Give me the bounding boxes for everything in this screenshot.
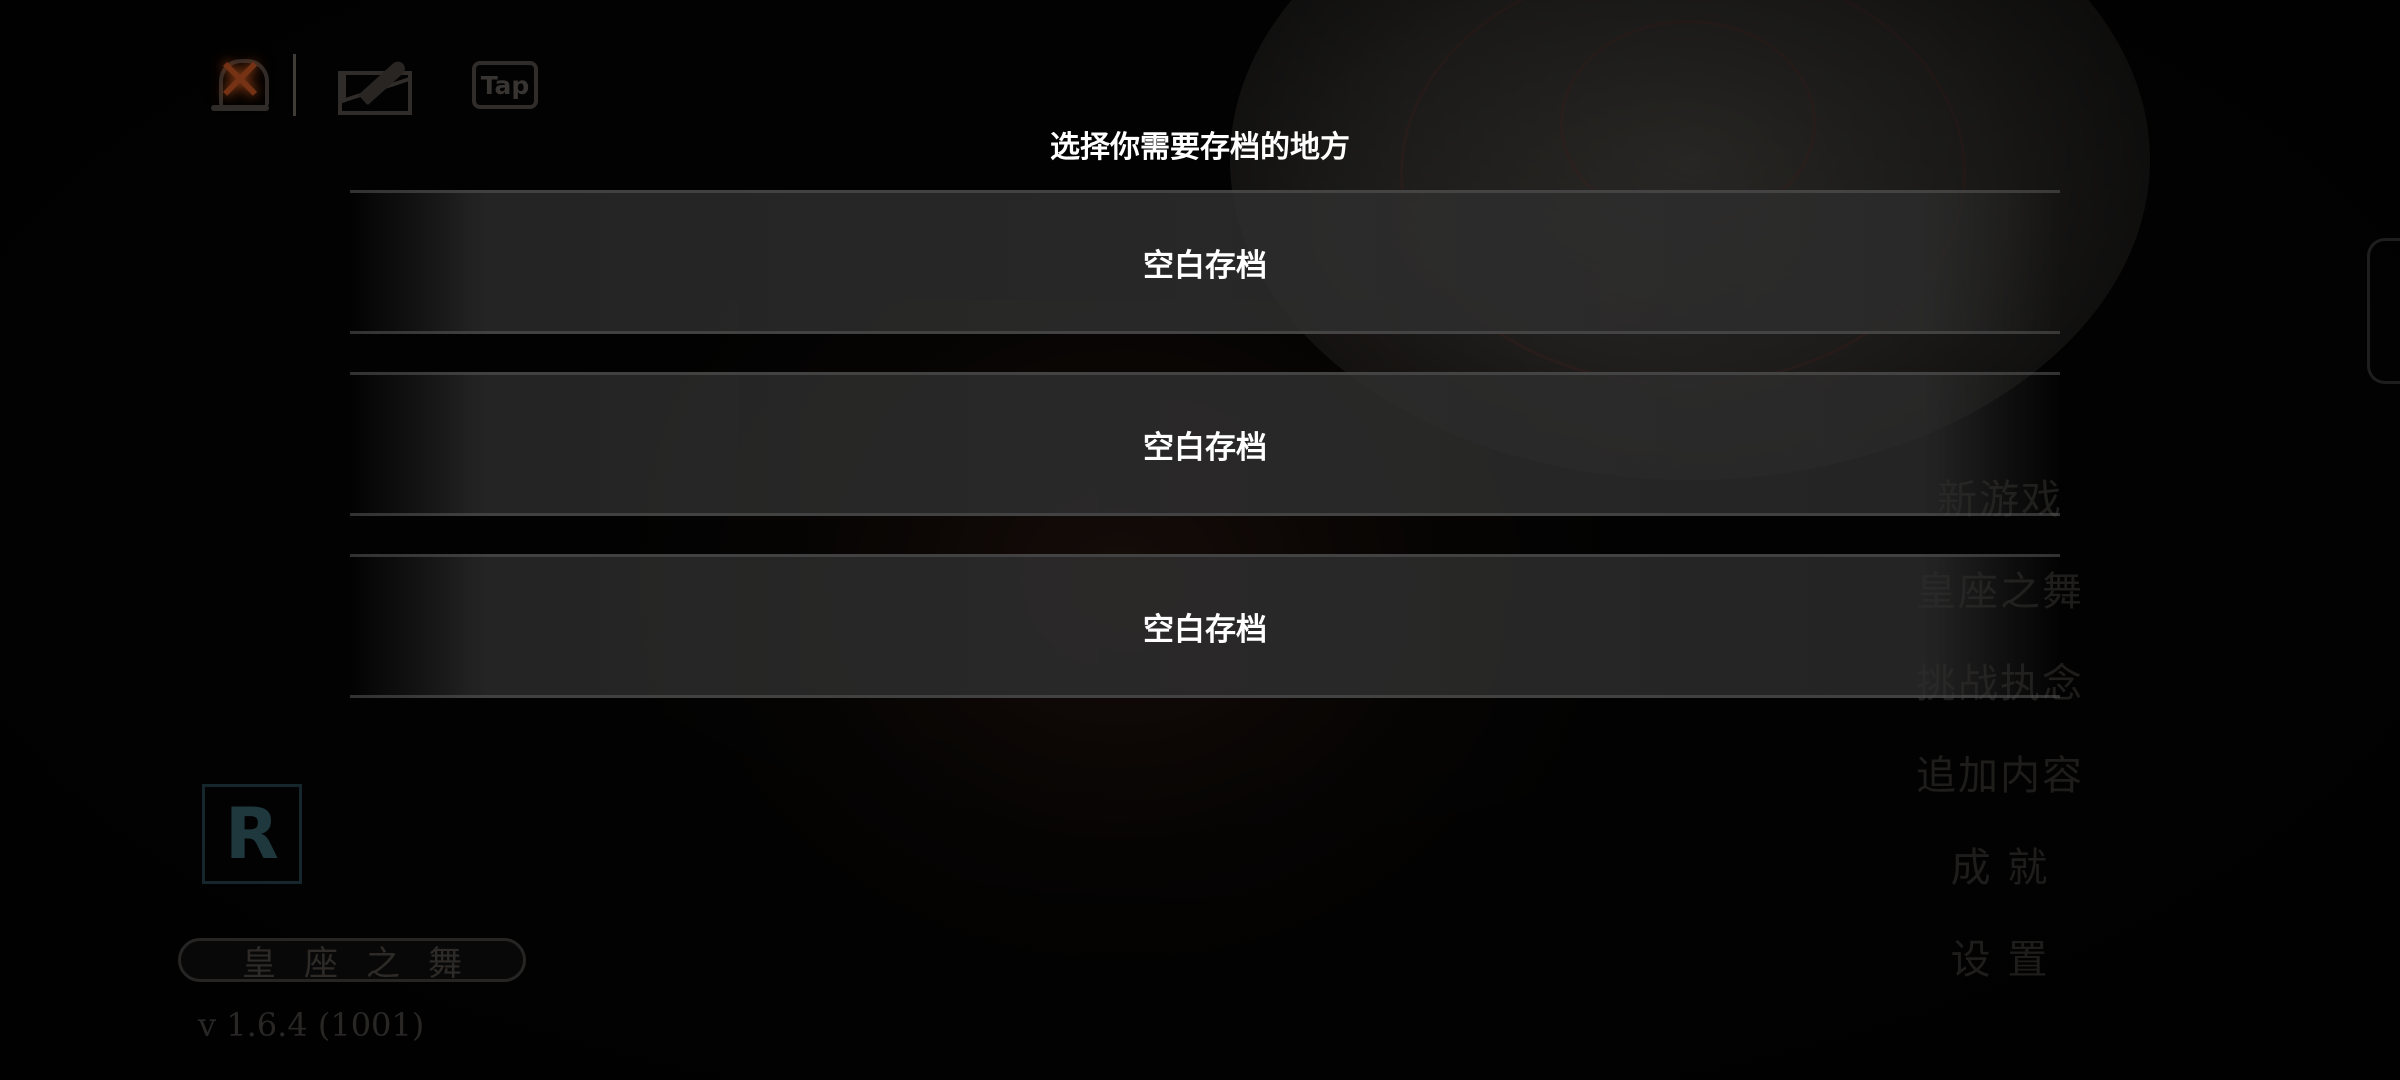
save-slot-1[interactable]: 空白存档 bbox=[350, 190, 2060, 334]
save-dialog-title: 选择你需要存档的地方 bbox=[1050, 130, 1350, 165]
save-slot-label: 空白存档 bbox=[1143, 247, 1267, 284]
save-slot-label: 空白存档 bbox=[1143, 429, 1267, 466]
save-slot-3[interactable]: 空白存档 bbox=[350, 554, 2060, 698]
save-slot-2[interactable]: 空白存档 bbox=[350, 372, 2060, 516]
save-slot-label: 空白存档 bbox=[1143, 611, 1267, 648]
